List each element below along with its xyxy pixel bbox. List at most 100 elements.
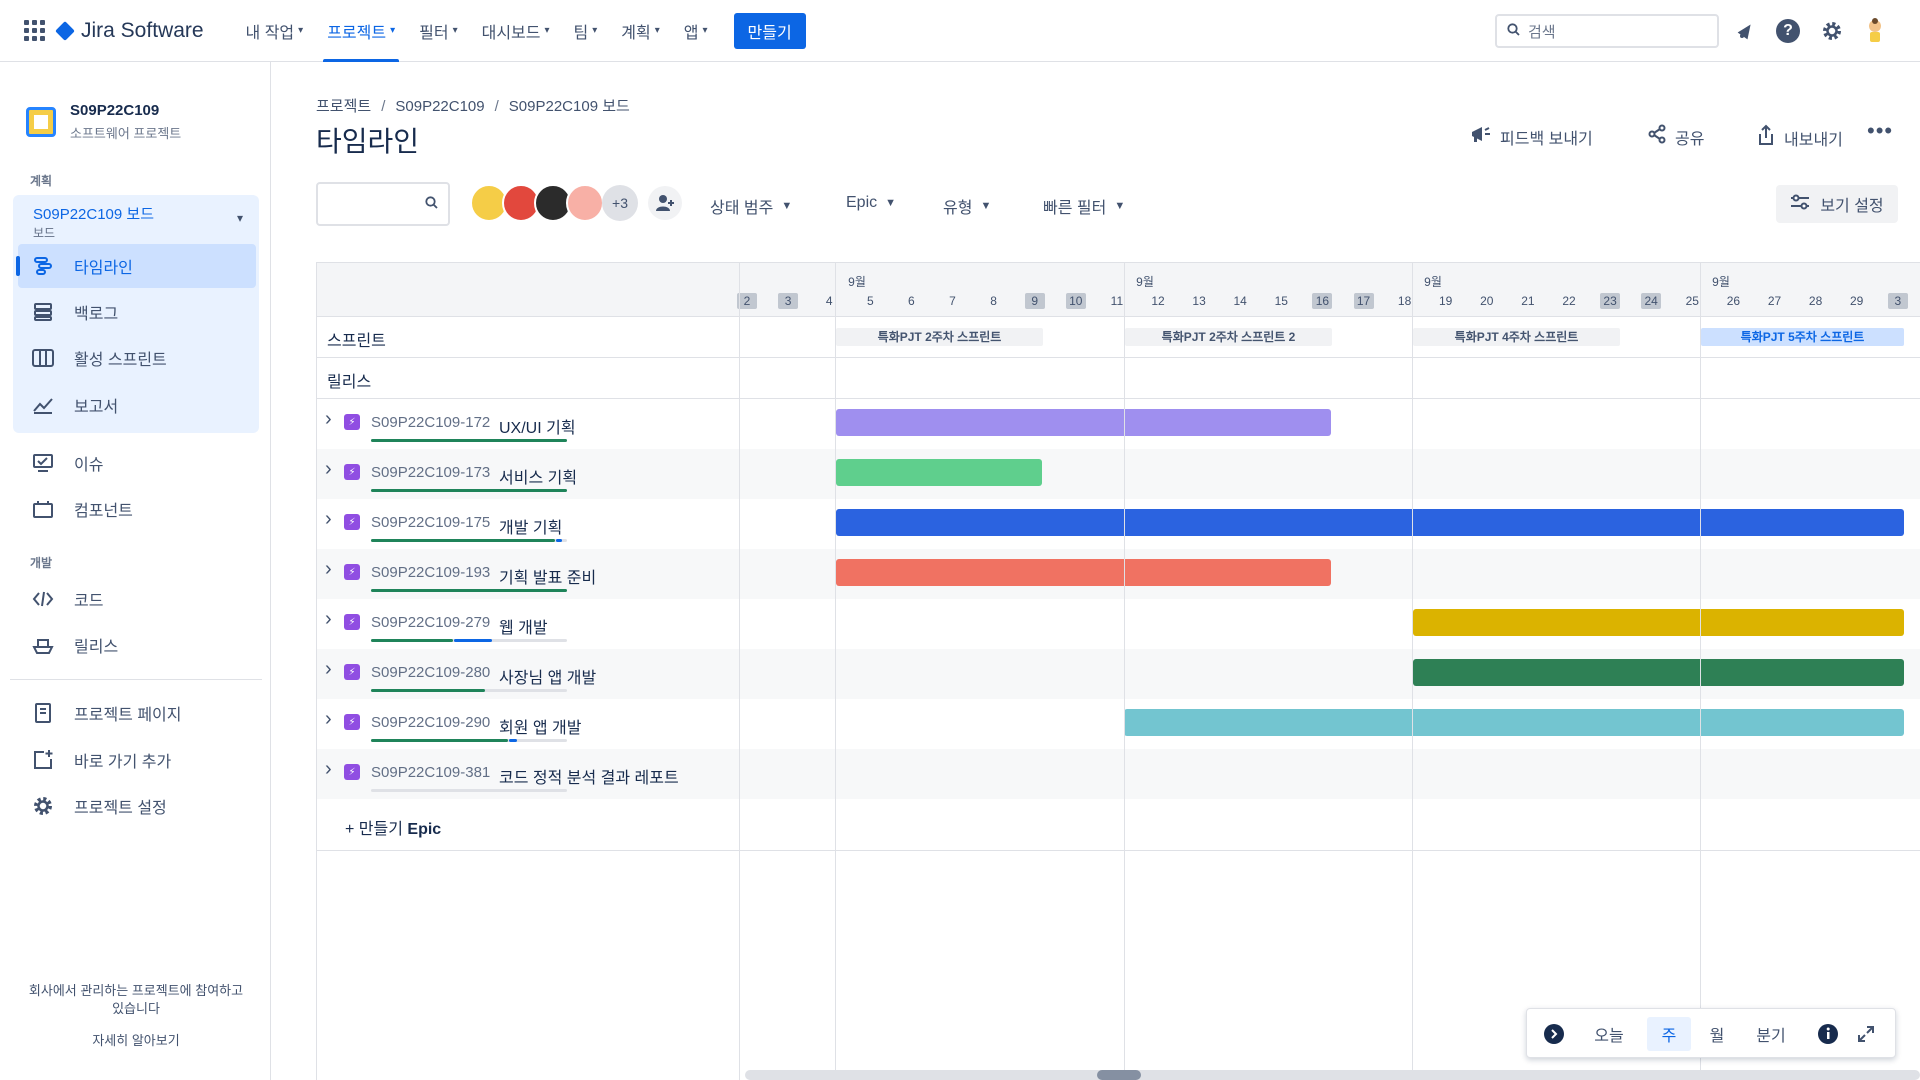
epic-key[interactable]: S09P22C109-280	[371, 664, 490, 681]
view-settings-button[interactable]: 보기 설정	[1776, 185, 1898, 223]
epic-timeline-bar[interactable]	[836, 459, 1042, 486]
breadcrumb-board[interactable]: S09P22C109 보드	[509, 98, 630, 115]
expand-chevron-icon[interactable]: ›	[325, 508, 332, 531]
chevron-down-icon[interactable]: ▾	[237, 211, 243, 225]
sidebar-item-backlog[interactable]: 백로그	[18, 290, 256, 334]
epic-name[interactable]: 기획 발표 준비	[499, 564, 596, 588]
epic-filter[interactable]: Epic ▼	[846, 194, 896, 212]
epic-row[interactable]: › ⚡ S09P22C109-279 웹 개발	[317, 599, 1920, 649]
sidebar-item-add-shortcut[interactable]: 바로 가기 추가	[18, 738, 256, 782]
epic-timeline-bar[interactable]	[836, 509, 1904, 536]
share-button[interactable]: 공유	[1647, 124, 1704, 149]
expand-chevron-icon[interactable]: ›	[325, 608, 332, 631]
create-epic-button[interactable]: + 만들기 Epic	[345, 815, 441, 839]
project-header[interactable]: S09P22C109 소프트웨어 프로젝트	[26, 102, 181, 142]
learn-more-link[interactable]: 자세히 알아보기	[10, 1032, 262, 1050]
info-icon[interactable]	[1815, 1017, 1841, 1051]
epic-key[interactable]: S09P22C109-172	[371, 414, 490, 431]
epic-key[interactable]: S09P22C109-381	[371, 764, 490, 781]
expand-chevron-icon[interactable]: ›	[325, 658, 332, 681]
collapse-panel-icon[interactable]	[1541, 1017, 1567, 1051]
epic-name[interactable]: 회원 앱 개발	[499, 714, 582, 738]
epic-row[interactable]: › ⚡ S09P22C109-381 코드 정적 분석 결과 레포트	[317, 749, 1920, 799]
sidebar-item-issues[interactable]: 이슈	[18, 441, 256, 485]
epic-timeline-bar[interactable]	[1413, 659, 1904, 686]
epic-timeline-bar[interactable]	[836, 559, 1331, 586]
timeline-search-input[interactable]	[316, 182, 450, 226]
sidebar-item-active-sprints[interactable]: 활성 스프린트	[18, 336, 256, 380]
sprint-pill[interactable]: 특화PJT 2주차 스프린트	[836, 328, 1043, 346]
sidebar-item-releases[interactable]: 릴리스	[18, 623, 256, 667]
help-icon[interactable]: ?	[1775, 18, 1801, 44]
epic-timeline-bar[interactable]	[836, 409, 1331, 436]
epic-row[interactable]: › ⚡ S09P22C109-172 UX/UI 기획	[317, 399, 1920, 449]
day-label: 12	[1151, 294, 1165, 308]
epic-name[interactable]: 웹 개발	[499, 614, 548, 638]
app-switcher-icon[interactable]	[20, 17, 48, 45]
nav-projects[interactable]: 프로젝트 ▾	[315, 0, 407, 62]
nav-teams[interactable]: 팀 ▾	[562, 0, 610, 62]
epic-row[interactable]: › ⚡ S09P22C109-173 서비스 기획	[317, 449, 1920, 499]
expand-chevron-icon[interactable]: ›	[325, 758, 332, 781]
zoom-quarter-button[interactable]: 분기	[1743, 1017, 1799, 1051]
board-selector[interactable]: S09P22C109 보드	[33, 203, 154, 224]
horizontal-scrollbar[interactable]	[745, 1070, 1920, 1080]
settings-icon[interactable]	[1819, 18, 1845, 44]
add-people-icon[interactable]	[648, 186, 682, 220]
zoom-today-button[interactable]: 오늘	[1579, 1017, 1639, 1051]
epic-name[interactable]: 서비스 기획	[499, 464, 577, 488]
epic-key[interactable]: S09P22C109-173	[371, 464, 490, 481]
breadcrumb-project[interactable]: S09P22C109	[395, 98, 484, 115]
search-input[interactable]: 검색	[1495, 14, 1719, 48]
epic-name[interactable]: 사장님 앱 개발	[499, 664, 596, 688]
more-avatars-badge[interactable]: +3	[602, 185, 638, 221]
profile-avatar[interactable]	[1862, 18, 1888, 44]
zoom-month-button[interactable]: 월	[1699, 1017, 1735, 1051]
more-actions-icon[interactable]: •••	[1867, 118, 1893, 144]
status-category-filter[interactable]: 상태 범주 ▼	[710, 194, 792, 218]
epic-name[interactable]: 코드 정적 분석 결과 레포트	[499, 764, 679, 788]
nav-apps[interactable]: 앱 ▾	[672, 0, 720, 62]
quick-filter[interactable]: 빠른 필터 ▼	[1043, 194, 1125, 218]
sidebar-item-code[interactable]: 코드	[18, 577, 256, 621]
notification-icon[interactable]	[1733, 18, 1759, 44]
sidebar-item-project-settings[interactable]: 프로젝트 설정	[18, 784, 256, 828]
epic-name[interactable]: 개발 기획	[499, 514, 562, 538]
sprint-pill[interactable]: 특화PJT 2주차 스프린트 2	[1125, 328, 1332, 346]
epic-row[interactable]: › ⚡ S09P22C109-175 개발 기획	[317, 499, 1920, 549]
sprint-pill-current[interactable]: 특화PJT 5주차 스프린트	[1701, 328, 1904, 346]
epic-row[interactable]: › ⚡ S09P22C109-193 기획 발표 준비	[317, 549, 1920, 599]
feedback-button[interactable]: 피드백 보내기	[1470, 124, 1593, 149]
nav-filters[interactable]: 필터 ▾	[407, 0, 469, 62]
create-button[interactable]: 만들기	[733, 12, 806, 49]
expand-chevron-icon[interactable]: ›	[325, 558, 332, 581]
epic-row[interactable]: › ⚡ S09P22C109-280 사장님 앱 개발	[317, 649, 1920, 699]
epic-key[interactable]: S09P22C109-290	[371, 714, 490, 731]
epic-key[interactable]: S09P22C109-279	[371, 614, 490, 631]
nav-your-work[interactable]: 내 작업 ▾	[234, 0, 316, 62]
epic-timeline-bar[interactable]	[1124, 709, 1904, 736]
export-button[interactable]: 내보내기	[1756, 124, 1843, 151]
scrollbar-thumb[interactable]	[1097, 1070, 1141, 1080]
expand-chevron-icon[interactable]: ›	[325, 458, 332, 481]
type-filter[interactable]: 유형 ▼	[943, 194, 991, 218]
avatar[interactable]	[566, 184, 604, 222]
nav-plans[interactable]: 계획 ▾	[609, 0, 671, 62]
sidebar-item-components[interactable]: 컴포넌트	[18, 487, 256, 531]
fullscreen-icon[interactable]	[1853, 1017, 1879, 1051]
sprint-pill[interactable]: 특화PJT 4주차 스프린트	[1413, 328, 1620, 346]
breadcrumb-projects[interactable]: 프로젝트	[316, 98, 371, 115]
expand-chevron-icon[interactable]: ›	[325, 708, 332, 731]
sidebar-item-reports[interactable]: 보고서	[18, 383, 256, 427]
expand-chevron-icon[interactable]: ›	[325, 408, 332, 431]
jira-logo[interactable]: Jira Software	[55, 19, 204, 43]
nav-dashboards[interactable]: 대시보드 ▾	[470, 0, 562, 62]
zoom-week-button[interactable]: 주	[1647, 1017, 1691, 1051]
sidebar-item-timeline[interactable]: 타임라인	[16, 244, 256, 288]
epic-name[interactable]: UX/UI 기획	[499, 414, 576, 438]
epic-key[interactable]: S09P22C109-175	[371, 514, 490, 531]
epic-key[interactable]: S09P22C109-193	[371, 564, 490, 581]
epic-row[interactable]: › ⚡ S09P22C109-290 회원 앱 개발	[317, 699, 1920, 749]
epic-timeline-bar[interactable]	[1413, 609, 1904, 636]
sidebar-item-project-pages[interactable]: 프로젝트 페이지	[18, 691, 256, 735]
